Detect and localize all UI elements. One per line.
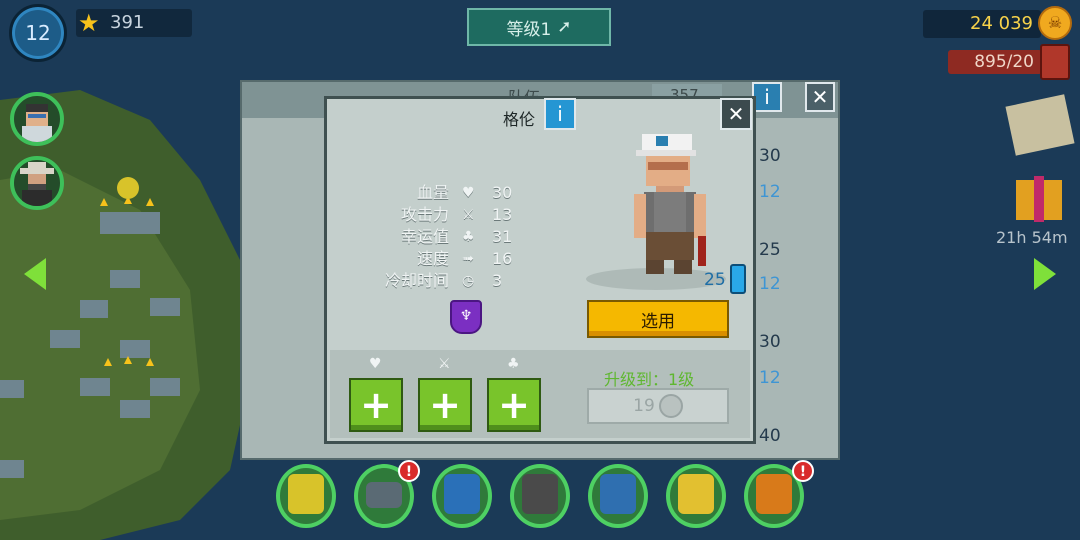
cowboy-avatar-icon <box>20 162 54 206</box>
radio-icon <box>444 474 480 514</box>
stat-value: 3 <box>492 271 503 290</box>
upgrade-cost-value: 19 <box>633 396 655 416</box>
sword-icon: ⚔ <box>438 356 451 372</box>
helmet-icon <box>678 474 714 514</box>
upgrade-cost-button[interactable]: 19 <box>587 388 729 424</box>
skull-shield-icon <box>288 474 324 514</box>
stat-label: 速度 <box>416 249 449 268</box>
info-icon: i <box>764 85 770 109</box>
plus-icon: + <box>429 383 461 427</box>
stats-list: 血量 ♥ 30 攻击力 ⚔ 13 幸运值 ♣ 31 速度 ➟ 16 冷却时间 ◷… <box>354 182 574 292</box>
team-row-number: 30 <box>759 332 781 352</box>
survivor-avatar-icon <box>22 104 52 142</box>
potion-icon <box>730 264 746 294</box>
fuel-value: 895/20 <box>974 52 1034 72</box>
team-info-button[interactable]: i <box>752 82 782 112</box>
stat-value: 13 <box>492 205 513 224</box>
arrow-right-icon[interactable] <box>1034 258 1056 290</box>
character-portrait-icon <box>634 134 706 274</box>
team-close-button[interactable]: ✕ <box>805 82 835 112</box>
close-icon: ✕ <box>811 85 829 109</box>
boot-icon: ➟ <box>462 251 474 267</box>
radio-button[interactable] <box>432 464 492 528</box>
team-row-number: 25 <box>759 240 781 260</box>
info-icon: i <box>557 102 563 126</box>
plus-icon: + <box>498 383 530 427</box>
fuel-counter: 895/20 <box>948 50 1042 74</box>
zombie-book-button[interactable] <box>510 464 570 528</box>
coins-counter: 24 039 <box>923 10 1041 38</box>
upgrade-to-label: 升级到：1级 <box>604 370 695 389</box>
stat-label: 血量 <box>416 183 449 202</box>
stat-value: 16 <box>492 249 513 268</box>
zombie-book-icon <box>522 474 558 514</box>
wings-badge-icon[interactable]: ♆ <box>450 300 482 334</box>
workshop-button[interactable] <box>588 464 648 528</box>
gift-timer: 21h 54m <box>996 228 1068 247</box>
stat-row-hp: 血量 ♥ 30 <box>354 182 574 204</box>
plus-icon: + <box>360 383 392 427</box>
upgrade-attack-button[interactable]: + <box>418 378 472 432</box>
upgrade-hp-button[interactable]: + <box>349 378 403 432</box>
arrow-left-icon[interactable] <box>24 258 46 290</box>
clover-icon: ♣ <box>507 356 520 372</box>
clover-icon: ♣ <box>462 229 475 245</box>
stat-row-cooldown: 冷却时间 ◷ 3 <box>354 270 574 292</box>
stars-counter: ★ 391 <box>76 9 192 37</box>
team-row-number: 12 <box>759 182 781 202</box>
team-row-number: 12 <box>759 274 781 294</box>
stat-row-attack: 攻击力 ⚔ 13 <box>354 204 574 226</box>
team-row-number: 40 <box>759 426 781 446</box>
player-level-badge[interactable]: 12 <box>9 4 67 62</box>
stat-row-luck: 幸运值 ♣ 31 <box>354 226 574 248</box>
character-name: 格伦 <box>503 110 536 129</box>
heart-icon: ♥ <box>462 185 475 201</box>
stat-row-speed: 速度 ➟ 16 <box>354 248 574 270</box>
tools-icon <box>600 474 636 514</box>
arrow-up-right-icon: ➚ <box>557 17 572 37</box>
stopwatch-icon: ◷ <box>462 273 475 289</box>
skull-coin-icon: ☠ <box>1038 6 1072 40</box>
side-avatar-1[interactable] <box>10 92 64 146</box>
side-avatar-2[interactable] <box>10 156 64 210</box>
stat-value: 31 <box>492 227 513 246</box>
skull-coin-icon <box>658 394 683 418</box>
level-button-label: 等级1 <box>506 19 552 40</box>
character-level: 25 <box>704 270 726 290</box>
stars-value: 391 <box>110 12 145 33</box>
alert-badge-icon: ! <box>792 460 814 482</box>
gamepad-icon <box>366 482 402 508</box>
stat-label: 攻击力 <box>400 205 449 224</box>
character-close-button[interactable]: ✕ <box>720 98 752 130</box>
stat-value: 30 <box>492 183 513 202</box>
coins-value: 24 039 <box>970 13 1033 34</box>
character-info-button[interactable]: i <box>544 98 576 130</box>
star-icon: ★ <box>78 9 100 37</box>
helmet-button[interactable] <box>666 464 726 528</box>
sword-icon: ⚔ <box>462 207 475 223</box>
fuel-can-icon <box>1040 44 1070 80</box>
use-button-label: 选用 <box>641 311 675 332</box>
use-button[interactable]: 选用 <box>587 300 729 338</box>
heart-icon: ♥ <box>369 356 382 372</box>
chest-icon <box>756 474 792 514</box>
close-icon: ✕ <box>727 102 745 126</box>
team-row-number: 12 <box>759 368 781 388</box>
stat-label: 幸运值 <box>400 227 449 246</box>
upgrade-luck-button[interactable]: + <box>487 378 541 432</box>
player-level-value: 12 <box>25 21 51 45</box>
alert-badge-icon: ! <box>398 460 420 482</box>
stat-label: 冷却时间 <box>384 271 449 290</box>
team-row-number: 30 <box>759 146 781 166</box>
level-button[interactable]: 等级1 ➚ <box>467 8 611 46</box>
skull-shield-button[interactable] <box>276 464 336 528</box>
